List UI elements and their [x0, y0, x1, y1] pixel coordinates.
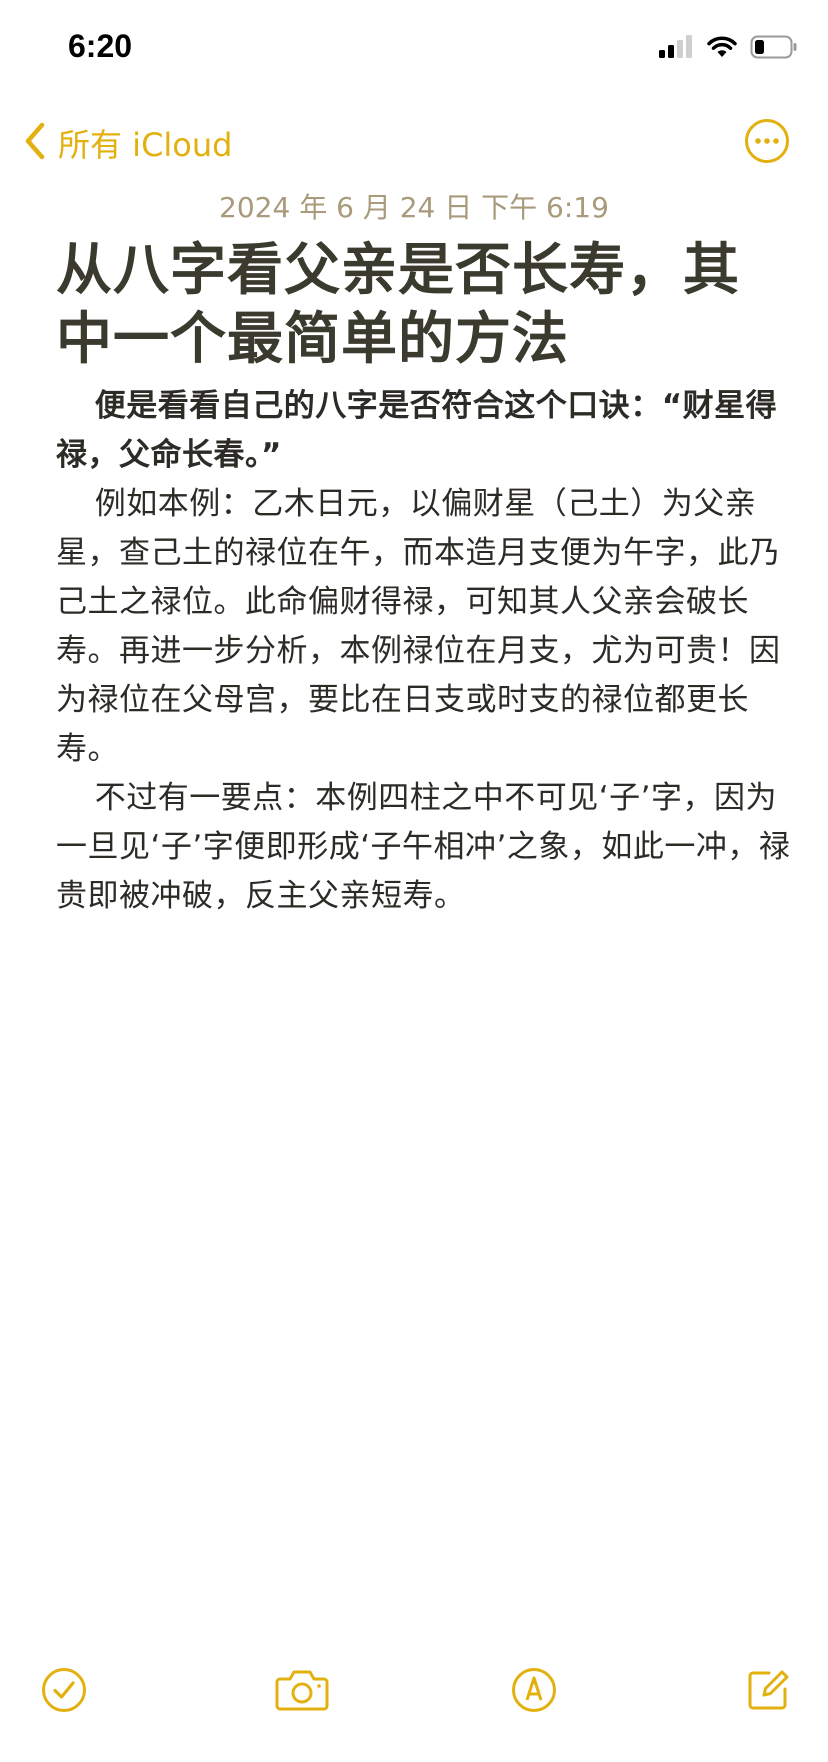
battery-icon	[750, 34, 798, 64]
note-paragraph[interactable]: 便是看看自己的八字是否符合这个口诀：“财星得禄，父命长春。”	[56, 382, 796, 480]
checklist-icon	[41, 1667, 87, 1713]
cellular-signal-icon	[658, 35, 694, 63]
markup-pen-icon	[511, 1667, 557, 1713]
bottom-toolbar	[0, 1660, 828, 1720]
camera-button[interactable]	[270, 1660, 334, 1720]
note-body[interactable]: 从八字看父亲是否长寿，其中一个最简单的方法 便是看看自己的八字是否符合这个口诀：…	[56, 236, 796, 921]
ellipsis-circle-icon	[744, 119, 790, 168]
wifi-icon	[706, 35, 738, 63]
status-icons	[658, 34, 798, 64]
camera-icon	[274, 1667, 330, 1713]
note-date: 2024 年 6 月 24 日 下午 6:19	[219, 191, 609, 224]
more-button[interactable]	[744, 118, 790, 164]
note-title[interactable]: 从八字看父亲是否长寿，其中一个最简单的方法	[56, 236, 796, 374]
markup-button[interactable]	[504, 1660, 564, 1720]
status-bar: 6:20	[0, 0, 828, 100]
navigation-bar: 所有 iCloud	[0, 110, 828, 180]
checklist-button[interactable]	[34, 1660, 94, 1720]
compose-button[interactable]	[738, 1660, 798, 1720]
status-time: 6:20	[68, 28, 133, 64]
back-button[interactable]: 所有 iCloud	[24, 118, 232, 168]
compose-icon	[745, 1667, 791, 1713]
chevron-left-icon	[24, 122, 46, 164]
back-label: 所有 iCloud	[58, 126, 233, 164]
note-paragraph[interactable]: 不过有一要点：本例四柱之中不可见‘子’字，因为一旦见‘子’字便即形成‘子午相冲’…	[56, 774, 796, 921]
note-paragraph[interactable]: 例如本例：乙木日元，以偏财星（己土）为父亲星，查己土的禄位在午，而本造月支便为午…	[56, 480, 796, 774]
